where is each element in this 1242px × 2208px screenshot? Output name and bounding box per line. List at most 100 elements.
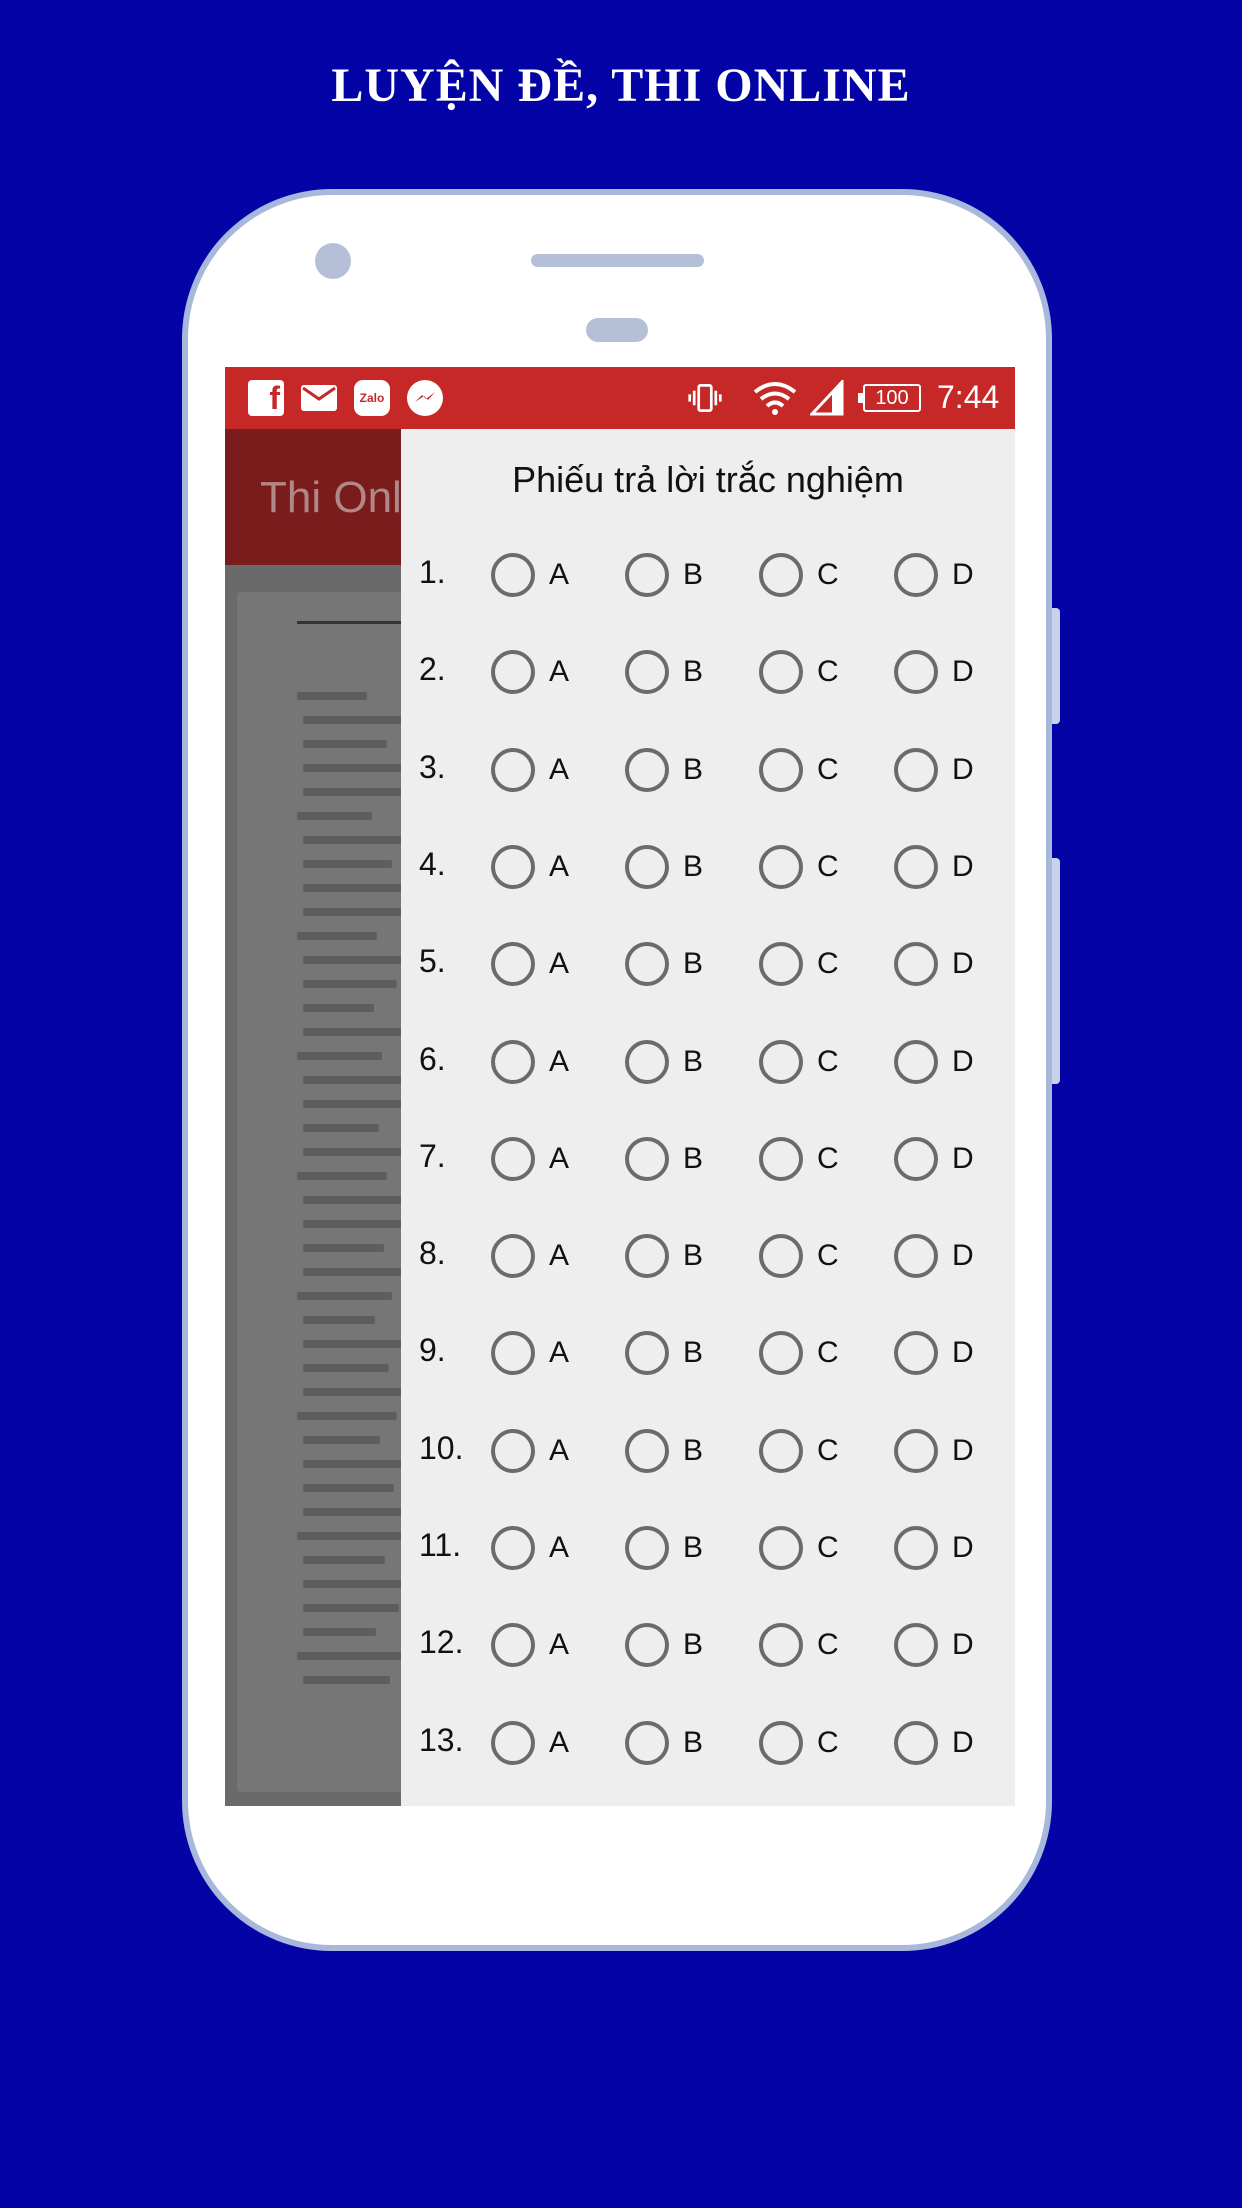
answer-option-c[interactable]: C	[759, 1720, 839, 1766]
radio-button[interactable]	[625, 1623, 669, 1668]
radio-button[interactable]	[625, 1331, 669, 1376]
answer-option-c[interactable]: C	[759, 1039, 839, 1085]
radio-button[interactable]	[625, 1136, 669, 1181]
answer-option-a[interactable]: A	[491, 649, 569, 695]
radio-button[interactable]	[894, 1428, 938, 1473]
radio-button[interactable]	[894, 1526, 938, 1570]
radio-button[interactable]	[759, 1623, 803, 1668]
radio-button[interactable]	[894, 1720, 938, 1765]
answer-option-d[interactable]: D	[894, 1622, 974, 1668]
radio-button[interactable]	[759, 1526, 803, 1570]
radio-button[interactable]	[491, 942, 535, 987]
radio-button[interactable]	[759, 747, 803, 792]
answer-option-d[interactable]: D	[894, 1039, 974, 1085]
answer-option-c[interactable]: C	[759, 941, 839, 987]
radio-button[interactable]	[491, 1720, 535, 1765]
radio-button[interactable]	[625, 650, 669, 695]
radio-button[interactable]	[491, 844, 535, 889]
radio-button[interactable]	[759, 1720, 803, 1765]
answer-option-d[interactable]: D	[894, 1136, 974, 1182]
answer-option-c[interactable]: C	[759, 1330, 839, 1376]
radio-button[interactable]	[894, 1136, 938, 1181]
radio-button[interactable]	[625, 1428, 669, 1473]
radio-button[interactable]	[491, 1331, 535, 1376]
answer-option-b[interactable]: B	[625, 844, 703, 890]
answer-option-d[interactable]: D	[894, 1525, 974, 1571]
radio-button[interactable]	[894, 747, 938, 792]
radio-button[interactable]	[894, 553, 938, 597]
radio-button[interactable]	[759, 1136, 803, 1181]
radio-button[interactable]	[759, 942, 803, 987]
answer-option-c[interactable]: C	[759, 649, 839, 695]
answer-option-c[interactable]: C	[759, 1622, 839, 1668]
radio-button[interactable]	[491, 1136, 535, 1181]
answer-option-a[interactable]: A	[491, 1525, 569, 1571]
answer-option-a[interactable]: A	[491, 1039, 569, 1085]
radio-button[interactable]	[759, 1331, 803, 1376]
answer-option-a[interactable]: A	[491, 1233, 569, 1279]
radio-button[interactable]	[759, 553, 803, 597]
answer-option-c[interactable]: C	[759, 552, 839, 598]
answer-option-a[interactable]: A	[491, 1136, 569, 1182]
answer-option-b[interactable]: B	[625, 1136, 703, 1182]
answer-option-c[interactable]: C	[759, 1428, 839, 1474]
radio-button[interactable]	[625, 747, 669, 792]
answer-option-c[interactable]: C	[759, 1233, 839, 1279]
radio-button[interactable]	[894, 844, 938, 889]
radio-button[interactable]	[491, 1526, 535, 1570]
answer-option-b[interactable]: B	[625, 1039, 703, 1085]
answer-option-a[interactable]: A	[491, 1622, 569, 1668]
radio-button[interactable]	[759, 844, 803, 889]
radio-button[interactable]	[491, 650, 535, 695]
radio-button[interactable]	[759, 1039, 803, 1084]
radio-button[interactable]	[625, 1039, 669, 1084]
answer-option-c[interactable]: C	[759, 844, 839, 890]
radio-button[interactable]	[491, 1623, 535, 1668]
radio-button[interactable]	[625, 1526, 669, 1570]
answer-option-d[interactable]: D	[894, 1428, 974, 1474]
answer-option-a[interactable]: A	[491, 1428, 569, 1474]
answer-option-c[interactable]: C	[759, 1525, 839, 1571]
answer-option-d[interactable]: D	[894, 844, 974, 890]
answer-option-d[interactable]: D	[894, 552, 974, 598]
radio-button[interactable]	[759, 650, 803, 695]
answer-option-b[interactable]: B	[625, 747, 703, 793]
radio-button[interactable]	[491, 747, 535, 792]
radio-button[interactable]	[894, 1234, 938, 1279]
answer-option-b[interactable]: B	[625, 1622, 703, 1668]
answer-option-d[interactable]: D	[894, 941, 974, 987]
radio-button[interactable]	[491, 1039, 535, 1084]
answer-option-a[interactable]: A	[491, 747, 569, 793]
answer-option-d[interactable]: D	[894, 1233, 974, 1279]
radio-button[interactable]	[759, 1234, 803, 1279]
answer-option-b[interactable]: B	[625, 1233, 703, 1279]
answer-option-b[interactable]: B	[625, 1330, 703, 1376]
answer-option-a[interactable]: A	[491, 844, 569, 890]
answer-option-a[interactable]: A	[491, 1330, 569, 1376]
answer-option-b[interactable]: B	[625, 941, 703, 987]
radio-button[interactable]	[625, 942, 669, 987]
answer-option-b[interactable]: B	[625, 649, 703, 695]
radio-button[interactable]	[491, 1428, 535, 1473]
answer-option-c[interactable]: C	[759, 747, 839, 793]
radio-button[interactable]	[759, 1428, 803, 1473]
radio-button[interactable]	[894, 1039, 938, 1084]
answer-option-a[interactable]: A	[491, 941, 569, 987]
radio-button[interactable]	[894, 1331, 938, 1376]
radio-button[interactable]	[894, 650, 938, 695]
radio-button[interactable]	[894, 1623, 938, 1668]
radio-button[interactable]	[625, 1234, 669, 1279]
radio-button[interactable]	[491, 553, 535, 597]
answer-option-d[interactable]: D	[894, 1720, 974, 1766]
answer-option-b[interactable]: B	[625, 1525, 703, 1571]
answer-option-b[interactable]: B	[625, 1720, 703, 1766]
radio-button[interactable]	[491, 1234, 535, 1279]
answer-option-b[interactable]: B	[625, 1428, 703, 1474]
answer-option-d[interactable]: D	[894, 1330, 974, 1376]
answer-option-d[interactable]: D	[894, 649, 974, 695]
answer-option-d[interactable]: D	[894, 747, 974, 793]
radio-button[interactable]	[625, 844, 669, 889]
radio-button[interactable]	[625, 553, 669, 597]
radio-button[interactable]	[894, 942, 938, 987]
radio-button[interactable]	[625, 1720, 669, 1765]
